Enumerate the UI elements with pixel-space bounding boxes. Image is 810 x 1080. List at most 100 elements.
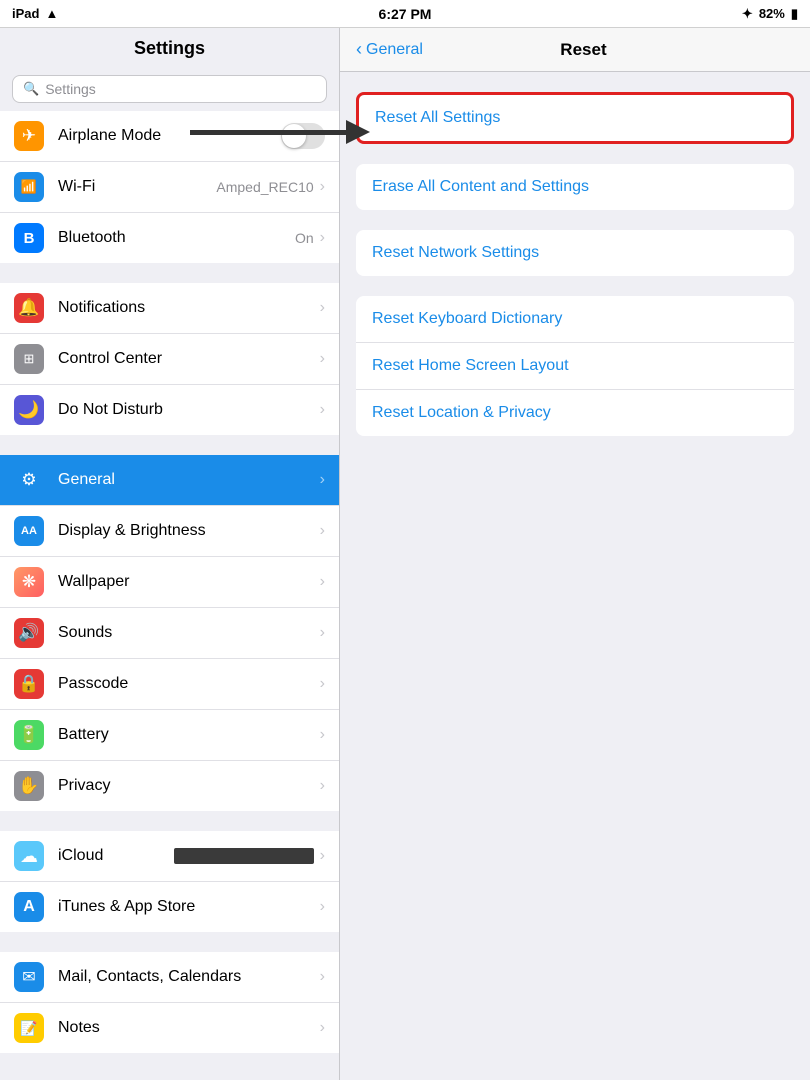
sidebar-section-connectivity: ✈ Airplane Mode 📶 Wi-Fi Amped_REC10 › B … xyxy=(0,111,339,263)
right-panel-title: Reset xyxy=(433,40,734,60)
sidebar-item-bluetooth[interactable]: B Bluetooth On › xyxy=(0,213,339,263)
general-icon: ⚙ xyxy=(14,465,44,495)
erase-all-content-group: Erase All Content and Settings xyxy=(356,164,794,210)
passcode-chevron-icon: › xyxy=(320,675,325,693)
notes-label: Notes xyxy=(58,1019,320,1037)
reset-location-label: Reset Location & Privacy xyxy=(372,404,551,421)
privacy-icon: ✋ xyxy=(14,771,44,801)
sidebar-section-apps: ✉ Mail, Contacts, Calendars › 📝 Notes › xyxy=(0,952,339,1053)
itunes-label: iTunes & App Store xyxy=(58,898,320,916)
sidebar-item-do-not-disturb[interactable]: 🌙 Do Not Disturb › xyxy=(0,385,339,435)
mail-label: Mail, Contacts, Calendars xyxy=(58,968,320,986)
reset-home-screen-label: Reset Home Screen Layout xyxy=(372,357,569,374)
sidebar-item-display-brightness[interactable]: AA Display & Brightness › xyxy=(0,506,339,557)
status-time: 6:27 PM xyxy=(379,6,432,22)
sidebar-item-wifi[interactable]: 📶 Wi-Fi Amped_REC10 › xyxy=(0,162,339,213)
reset-misc-group: Reset Keyboard Dictionary Reset Home Scr… xyxy=(356,296,794,436)
toggle-knob xyxy=(282,124,306,148)
bluetooth-value: On xyxy=(295,230,314,246)
reset-location-privacy-row[interactable]: Reset Location & Privacy xyxy=(356,390,794,436)
wallpaper-chevron-icon: › xyxy=(320,573,325,591)
sidebar-title: Settings xyxy=(0,28,339,65)
do-not-disturb-label: Do Not Disturb xyxy=(58,401,320,419)
sidebar-item-itunes-app-store[interactable]: A iTunes & App Store › xyxy=(0,882,339,932)
control-center-label: Control Center xyxy=(58,350,320,368)
sidebar-item-control-center[interactable]: ⊞ Control Center › xyxy=(0,334,339,385)
status-right: ✦ 82% ▮ xyxy=(742,6,798,22)
bluetooth-icon: ✦ xyxy=(742,6,753,22)
main-layout: Settings 🔍 Settings ✈ Airplane Mode 📶 Wi… xyxy=(0,28,810,1080)
wifi-label: Wi-Fi xyxy=(58,178,216,196)
sounds-label: Sounds xyxy=(58,624,320,642)
wifi-chevron-icon: › xyxy=(320,178,325,196)
icloud-label: iCloud xyxy=(58,847,170,865)
sidebar: Settings 🔍 Settings ✈ Airplane Mode 📶 Wi… xyxy=(0,28,340,1080)
sidebar-item-passcode[interactable]: 🔒 Passcode › xyxy=(0,659,339,710)
sidebar-item-general[interactable]: ⚙ General › xyxy=(0,455,339,506)
reset-all-settings-card: Reset All Settings xyxy=(356,92,794,144)
ipad-label: iPad xyxy=(12,6,39,21)
status-left: iPad ▲ xyxy=(12,6,58,21)
reset-network-settings-group: Reset Network Settings xyxy=(356,230,794,276)
sidebar-item-sounds[interactable]: 🔊 Sounds › xyxy=(0,608,339,659)
notifications-label: Notifications xyxy=(58,299,320,317)
search-icon: 🔍 xyxy=(23,81,39,97)
icloud-icon: ☁ xyxy=(14,841,44,871)
itunes-chevron-icon: › xyxy=(320,898,325,916)
search-bar[interactable]: 🔍 Settings xyxy=(12,75,327,103)
reset-network-settings-row[interactable]: Reset Network Settings xyxy=(356,230,794,276)
reset-home-screen-layout-row[interactable]: Reset Home Screen Layout xyxy=(356,343,794,390)
sounds-chevron-icon: › xyxy=(320,624,325,642)
notes-chevron-icon: › xyxy=(320,1019,325,1037)
appstore-icon: A xyxy=(14,892,44,922)
status-bar: iPad ▲ 6:27 PM ✦ 82% ▮ xyxy=(0,0,810,28)
privacy-label: Privacy xyxy=(58,777,320,795)
notes-icon: 📝 xyxy=(14,1013,44,1043)
sidebar-item-airplane-mode[interactable]: ✈ Airplane Mode xyxy=(0,111,339,162)
reset-all-settings-label: Reset All Settings xyxy=(375,109,500,126)
mail-icon: ✉ xyxy=(14,962,44,992)
sidebar-item-notes[interactable]: 📝 Notes › xyxy=(0,1003,339,1053)
wifi-icon: ▲ xyxy=(45,6,58,21)
sidebar-item-battery[interactable]: 🔋 Battery › xyxy=(0,710,339,761)
airplane-mode-toggle[interactable] xyxy=(281,123,325,149)
wifi-icon: 📶 xyxy=(14,172,44,202)
erase-all-content-row[interactable]: Erase All Content and Settings xyxy=(356,164,794,210)
back-label: General xyxy=(366,41,423,59)
icloud-chevron-icon: › xyxy=(320,847,325,865)
reset-content: Reset All Settings Erase All Content and… xyxy=(340,72,810,476)
sidebar-item-icloud[interactable]: ☁ iCloud › xyxy=(0,831,339,882)
passcode-label: Passcode xyxy=(58,675,320,693)
mail-chevron-icon: › xyxy=(320,968,325,986)
sidebar-item-notifications[interactable]: 🔔 Notifications › xyxy=(0,283,339,334)
sidebar-item-wallpaper[interactable]: ❋ Wallpaper › xyxy=(0,557,339,608)
reset-keyboard-dictionary-row[interactable]: Reset Keyboard Dictionary xyxy=(356,296,794,343)
control-center-icon: ⊞ xyxy=(14,344,44,374)
passcode-icon: 🔒 xyxy=(14,669,44,699)
battery-label: 82% xyxy=(759,6,785,21)
airplane-mode-label: Airplane Mode xyxy=(58,127,281,145)
battery-label: Battery xyxy=(58,726,320,744)
bluetooth-chevron-icon: › xyxy=(320,229,325,247)
display-label: Display & Brightness xyxy=(58,522,320,540)
erase-all-content-label: Erase All Content and Settings xyxy=(372,178,589,195)
back-button[interactable]: ‹ General xyxy=(356,39,423,60)
battery-icon: ▮ xyxy=(791,6,798,22)
sidebar-search-header: 🔍 Settings xyxy=(0,65,339,111)
sidebar-item-mail[interactable]: ✉ Mail, Contacts, Calendars › xyxy=(0,952,339,1003)
general-label: General xyxy=(58,471,320,489)
back-chevron-icon: ‹ xyxy=(356,39,362,60)
wallpaper-icon: ❋ xyxy=(14,567,44,597)
battery-icon: 🔋 xyxy=(14,720,44,750)
reset-all-settings-row[interactable]: Reset All Settings xyxy=(359,95,791,141)
battery-chevron-icon: › xyxy=(320,726,325,744)
display-chevron-icon: › xyxy=(320,522,325,540)
search-placeholder: Settings xyxy=(45,81,96,97)
sidebar-item-privacy[interactable]: ✋ Privacy › xyxy=(0,761,339,811)
bluetooth-label: Bluetooth xyxy=(58,229,295,247)
right-header: ‹ General Reset xyxy=(340,28,810,72)
wallpaper-label: Wallpaper xyxy=(58,573,320,591)
sidebar-section-general: ⚙ General › AA Display & Brightness › ❋ … xyxy=(0,455,339,811)
reset-network-settings-label: Reset Network Settings xyxy=(372,244,539,261)
general-chevron-icon: › xyxy=(320,471,325,489)
